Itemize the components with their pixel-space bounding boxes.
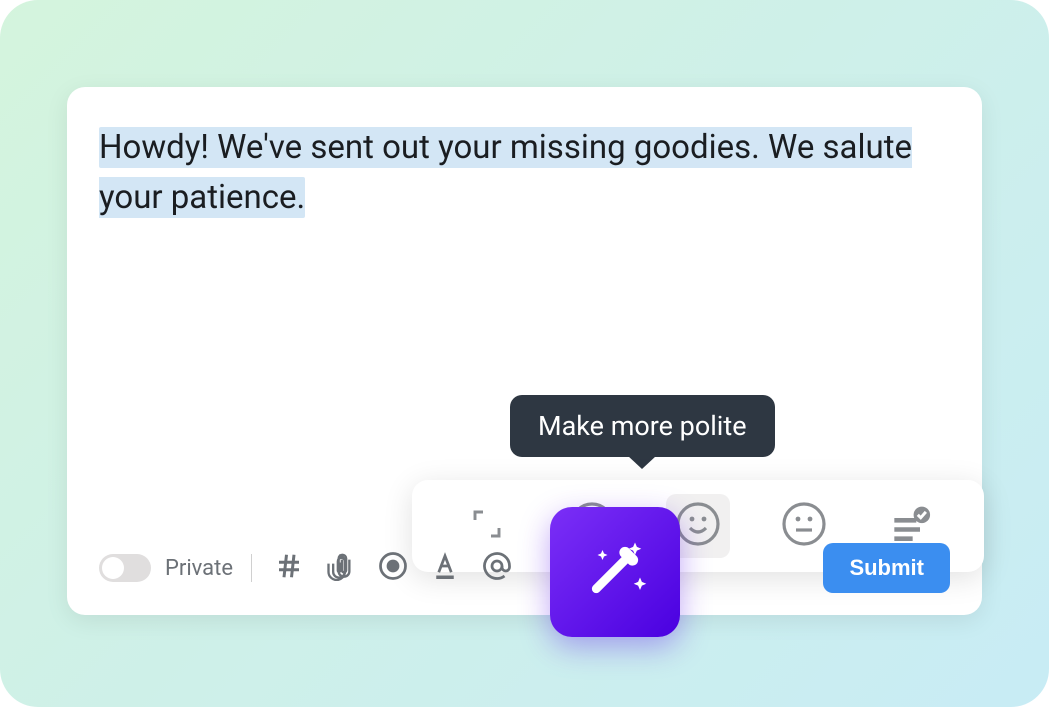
tooltip-label: Make more polite [538, 410, 747, 442]
attachment-button[interactable] [322, 549, 360, 587]
tone-tooltip: Make more polite [510, 395, 775, 457]
text-color-icon [430, 551, 460, 585]
app-background: Howdy! We've sent out your missing goodi… [0, 0, 1049, 707]
magic-wand-icon [575, 530, 655, 614]
message-text[interactable]: Howdy! We've sent out your missing goodi… [99, 123, 950, 222]
record-icon [378, 551, 408, 585]
submit-button[interactable]: Submit [823, 543, 950, 593]
hashtag-icon [274, 551, 304, 585]
ai-magic-button[interactable] [550, 507, 680, 637]
text-color-button[interactable] [426, 549, 464, 587]
compose-card: Howdy! We've sent out your missing goodi… [67, 87, 982, 615]
toggle-knob [102, 557, 124, 579]
private-toggle[interactable] [99, 554, 151, 582]
hashtag-button[interactable] [270, 549, 308, 587]
record-button[interactable] [374, 549, 412, 587]
mention-button[interactable] [478, 549, 516, 587]
at-icon [482, 551, 512, 585]
toolbar-divider [251, 554, 252, 582]
message-highlight: Howdy! We've sent out your missing goodi… [99, 127, 912, 218]
bottom-toolbar: Private [99, 543, 950, 593]
expand-icon [471, 508, 503, 544]
private-label: Private [165, 556, 233, 581]
paperclip-icon [325, 551, 357, 585]
